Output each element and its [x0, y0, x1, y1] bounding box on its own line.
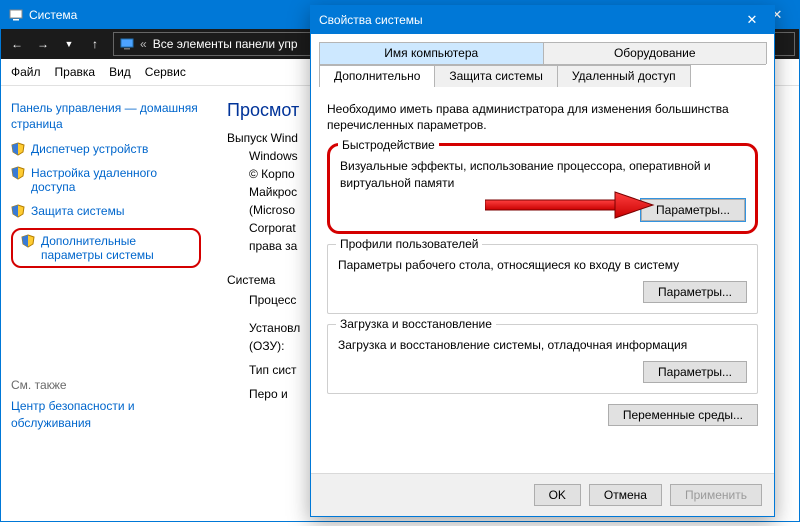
nav-remote[interactable]: Настройка удаленного доступа — [11, 166, 201, 194]
apply-button[interactable]: Применить — [670, 484, 762, 506]
shield-icon — [11, 142, 25, 156]
shield-icon — [21, 234, 35, 248]
left-nav: Панель управления — домашняя страница Ди… — [1, 86, 211, 526]
tab-protection[interactable]: Защита системы — [434, 65, 557, 87]
shield-icon — [11, 166, 25, 180]
profiles-settings-button[interactable]: Параметры... — [643, 281, 747, 303]
menu-edit[interactable]: Правка — [55, 65, 96, 79]
startup-desc: Загрузка и восстановление системы, отлад… — [338, 337, 747, 353]
dialog-tabs-row1: Имя компьютера Оборудование — [319, 42, 766, 65]
tab-computer-name[interactable]: Имя компьютера — [319, 42, 544, 64]
nav-device-manager[interactable]: Диспетчер устройств — [11, 142, 201, 156]
tab-advanced[interactable]: Дополнительно — [319, 65, 435, 87]
profiles-legend: Профили пользователей — [336, 237, 482, 251]
performance-settings-button[interactable]: Параметры... — [641, 199, 745, 221]
up-button[interactable]: ↑ — [83, 33, 107, 55]
ok-button[interactable]: OK — [534, 484, 581, 506]
monitor-icon — [120, 37, 134, 51]
dialog-titlebar: Свойства системы ✕ — [311, 6, 774, 34]
system-icon — [9, 8, 23, 22]
startup-legend: Загрузка и восстановление — [336, 317, 496, 331]
system-properties-dialog: Свойства системы ✕ Имя компьютера Оборуд… — [310, 5, 775, 517]
forward-button[interactable]: → — [31, 33, 55, 55]
see-also-label: См. также — [11, 378, 201, 392]
profiles-group: Профили пользователей Параметры рабочего… — [327, 244, 758, 314]
dialog-title: Свойства системы — [319, 13, 730, 27]
dialog-intro: Необходимо иметь права администратора дл… — [327, 101, 758, 133]
menu-file[interactable]: Файл — [11, 65, 41, 79]
nav-home[interactable]: Панель управления — домашняя страница — [11, 100, 201, 132]
shield-icon — [11, 204, 25, 218]
nav-device-manager-label: Диспетчер устройств — [31, 142, 148, 156]
menu-view[interactable]: Вид — [109, 65, 131, 79]
performance-legend: Быстродействие — [338, 138, 439, 152]
cancel-button[interactable]: Отмена — [589, 484, 662, 506]
dialog-body: Необходимо иметь права администратора дл… — [311, 87, 774, 432]
back-button[interactable]: ← — [5, 33, 29, 55]
breadcrumb-text: Все элементы панели упр — [153, 37, 298, 51]
nav-advanced[interactable]: Дополнительные параметры системы — [11, 228, 201, 268]
startup-settings-button[interactable]: Параметры... — [643, 361, 747, 383]
dialog-tabs-row2: Дополнительно Защита системы Удаленный д… — [319, 65, 766, 87]
dialog-button-bar: OK Отмена Применить — [311, 473, 774, 516]
dialog-close-button[interactable]: ✕ — [730, 6, 774, 34]
tab-remote[interactable]: Удаленный доступ — [557, 65, 691, 87]
nav-advanced-label: Дополнительные параметры системы — [41, 234, 191, 262]
performance-group: Быстродействие Визуальные эффекты, испол… — [327, 143, 758, 233]
performance-desc: Визуальные эффекты, использование процес… — [340, 158, 745, 190]
nav-protection-label: Защита системы — [31, 204, 124, 218]
profiles-desc: Параметры рабочего стола, относящиеся ко… — [338, 257, 747, 273]
breadcrumb-chevron: « — [140, 37, 147, 51]
environment-variables-button[interactable]: Переменные среды... — [608, 404, 758, 426]
nav-remote-label: Настройка удаленного доступа — [31, 166, 201, 194]
menu-tools[interactable]: Сервис — [145, 65, 186, 79]
nav-protection[interactable]: Защита системы — [11, 204, 201, 218]
startup-group: Загрузка и восстановление Загрузка и вос… — [327, 324, 758, 394]
nav-security-center[interactable]: Центр безопасности и обслуживания — [11, 398, 201, 430]
history-button[interactable]: ▼ — [57, 33, 81, 55]
tab-hardware[interactable]: Оборудование — [543, 42, 768, 64]
